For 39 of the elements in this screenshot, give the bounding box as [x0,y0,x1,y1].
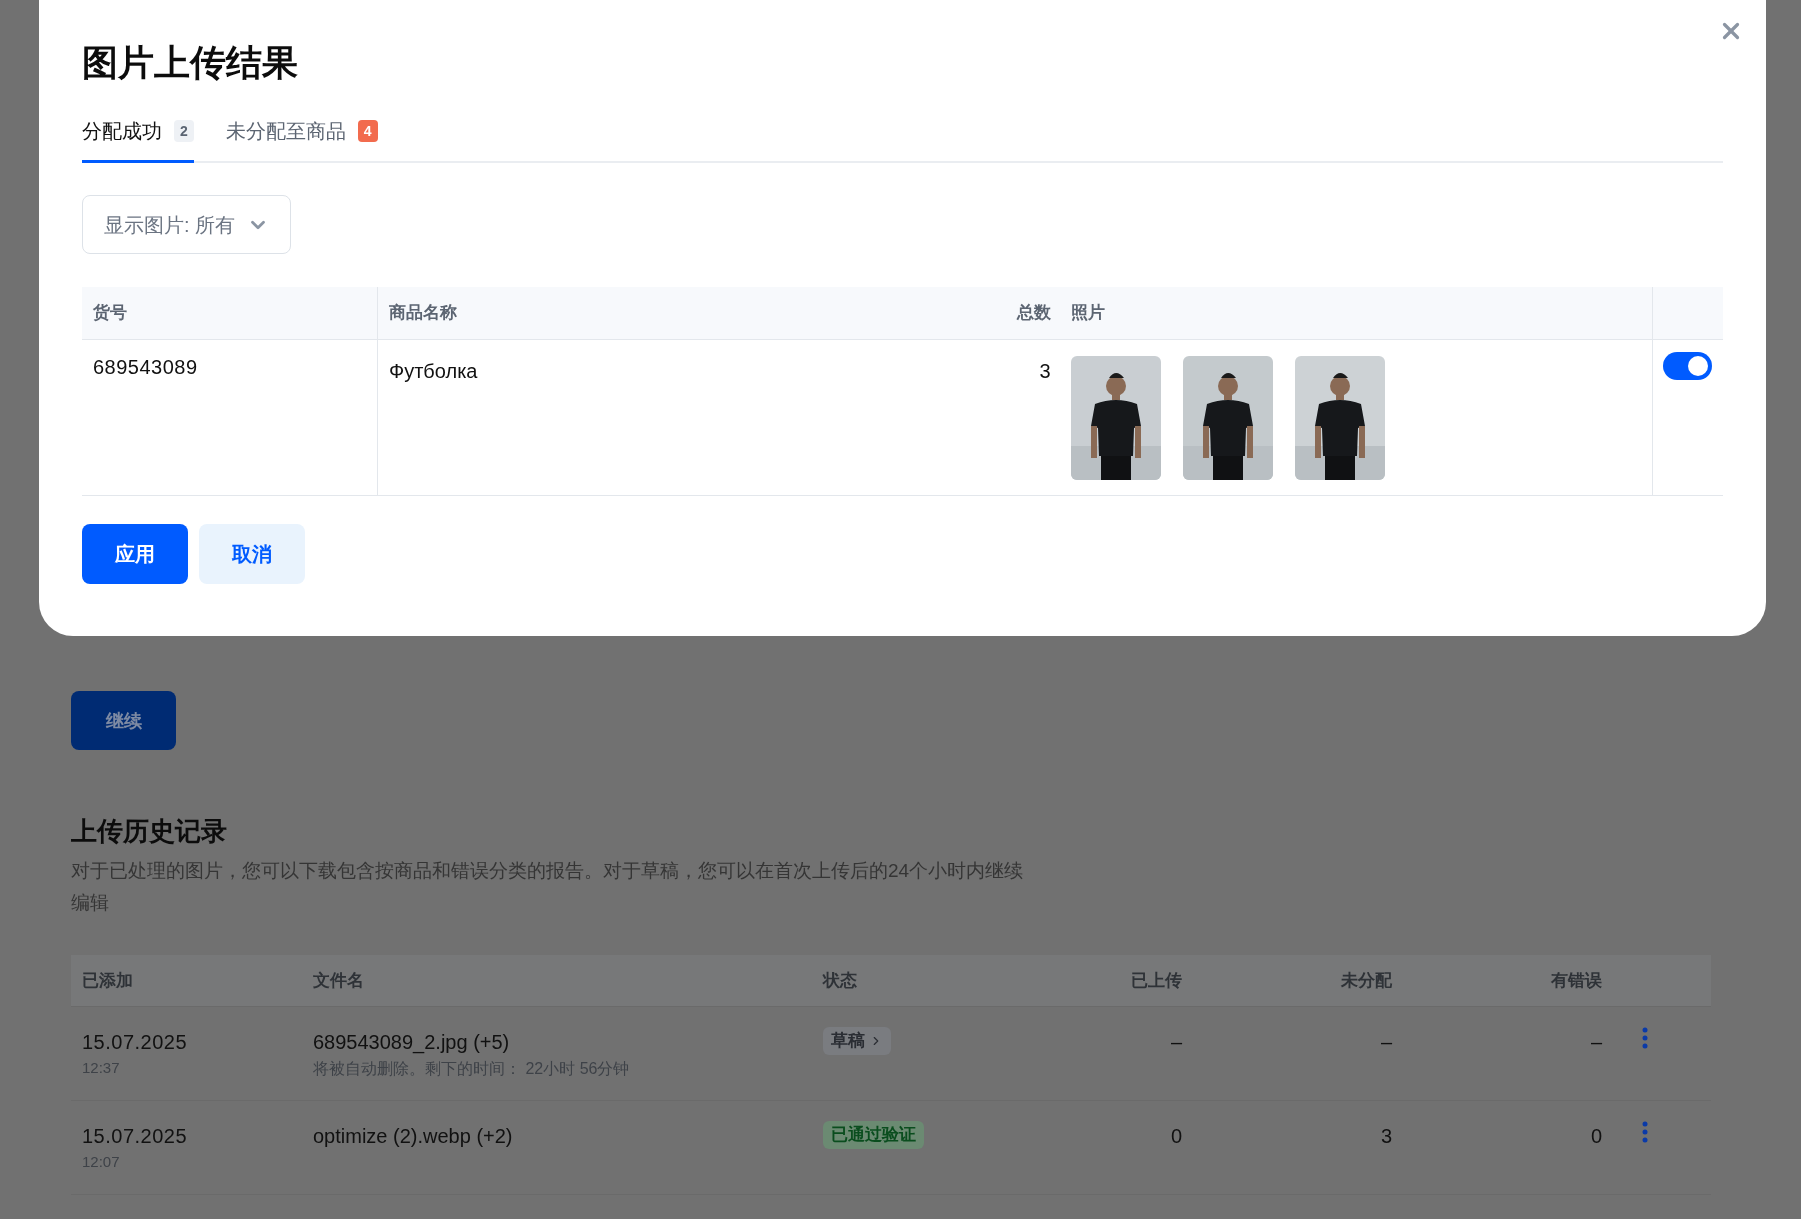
product-name: Футболка [389,360,478,382]
column-header: 商品名称 [389,302,457,325]
total-count: 3 [1039,360,1051,382]
file-name: optimize (2).webp (+2) [313,1124,514,1149]
column-header: 状态 [823,970,857,990]
dialog-title: 图片上传结果 [82,41,299,85]
column-header: 已上传 [1131,970,1182,990]
column-header: 照片 [1070,302,1105,325]
sku-text: 689543089 [93,356,198,378]
error-count: 0 [1590,1125,1602,1147]
section-title: 上传历史记录 [71,815,228,848]
column-header: 文件名 [313,970,364,990]
date-text: 15.07.2025 [82,1124,189,1149]
uploaded-count: 0 [1170,1125,1182,1147]
tab[interactable]: 分配成功 2 [82,116,194,163]
section-description: 对于已处理的图片，您可以下载包含按商品和错误分类的报告。对于草稿，您可以在首次上传后的24个小时内继续编辑 [71,859,1025,915]
tab[interactable]: 未分配至商品 4 [225,116,378,163]
filter-dropdown[interactable]: 显示图片: 所有 [82,195,292,254]
uploaded-count: – [1170,1031,1182,1053]
status-tag: 已通过验证 [823,1121,924,1149]
more-options-icon[interactable] [1642,1027,1648,1049]
column-header: 未分配 [1341,970,1392,990]
column-header: 有错误 [1551,970,1602,990]
cancel-button[interactable]: 取消 [199,524,305,584]
unassigned-count: 3 [1380,1125,1392,1147]
toggle-switch[interactable] [1663,352,1712,380]
column-header: 已添加 [82,970,133,990]
column-header: 货号 [93,302,127,325]
continue-button[interactable]: 继续 [71,691,176,750]
file-name: 689543089_2.jpg (+5) [313,1030,511,1056]
count-badge: 2 [174,120,194,142]
error-count: – [1590,1031,1602,1053]
date-text: 15.07.2025 [82,1030,189,1055]
apply-button[interactable]: 应用 [82,524,188,584]
column-header: 总数 [1016,303,1051,323]
status-tag[interactable]: 草稿 [823,1027,891,1055]
more-options-icon[interactable] [1642,1121,1648,1143]
unassigned-count: – [1380,1031,1392,1053]
count-badge: 4 [357,120,378,142]
